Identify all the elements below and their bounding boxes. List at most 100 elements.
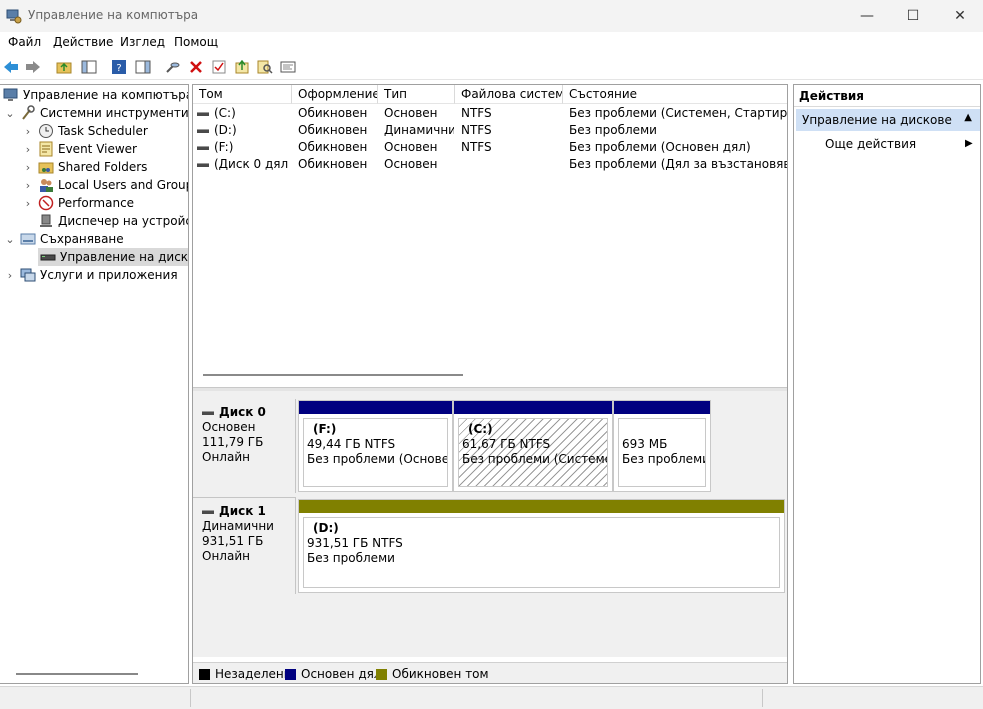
volume-filesystem [461,156,561,173]
chevron-right-icon[interactable]: › [22,125,34,138]
table-row[interactable]: (Диск 0 дял 3) [197,156,291,173]
volume-type: Основен [384,140,438,154]
partition-c[interactable]: (C:) 61,67 ГБ NTFS Без проблеми (Системе… [453,400,613,492]
volume-type: Основен [384,106,438,120]
chevron-down-icon[interactable]: ⌄ [4,233,16,246]
primary-partition-bar [614,401,710,414]
volume-status: Без проблеми (Системен, Стартиране, С [569,106,787,120]
menu-file[interactable]: Файл [8,35,41,49]
tree-item-system-tools[interactable]: ⌄ Системни инструменти [4,104,188,122]
navigation-tree: Управление на компютъра (л ⌄ Системни ин… [0,84,189,684]
actions-pane: Действия Управление на дискове ▲ Още дей… [793,84,981,684]
tools-icon [20,105,36,121]
more-actions[interactable]: Още действия [825,137,916,151]
tree-item-shared-folders[interactable]: › Shared Folders [22,158,148,176]
forward-icon[interactable] [24,58,42,76]
actions-section-disk-management[interactable]: Управление на дискове ▲ [796,109,980,131]
tree-item-local-users[interactable]: › Local Users and Groups [22,176,188,194]
volume-layout: Обикновен [298,123,368,137]
volume-icon [197,145,209,150]
help-icon[interactable]: ? [110,58,128,76]
partition-f[interactable]: (F:) 49,44 ГБ NTFS Без проблеми (Основен… [298,400,453,492]
partition-recovery[interactable]: 693 МБ Без проблеми [613,400,711,492]
table-row[interactable]: (D:) [197,122,291,139]
column-header-status[interactable]: Състояние [563,85,787,104]
performance-icon [38,195,54,211]
volume-icon [197,162,209,167]
tree-item-task-scheduler[interactable]: › Task Scheduler [22,122,148,140]
computer-icon [3,87,19,103]
menu-view[interactable]: Изглед [120,35,165,49]
minimize-button[interactable]: — [844,0,890,32]
chevron-right-icon[interactable]: › [4,269,16,282]
disk-icon [40,249,56,265]
clock-icon [38,123,54,139]
back-icon[interactable] [2,58,20,76]
menu-action[interactable]: Действие [53,35,113,49]
submenu-arrow-icon[interactable]: ▶ [965,138,973,149]
disk-map: Диск 0 Основен 111,79 ГБ Онлайн (F:) 49,… [193,391,787,657]
toolbar: ? [0,54,983,80]
partition-d[interactable]: (D:) 931,51 ГБ NTFS Без проблеми [298,499,785,593]
settings-list-icon[interactable] [279,58,297,76]
legend-primary: Основен дял [285,667,382,681]
maximize-button[interactable]: ☐ [890,0,936,32]
volume-list-scrollbar[interactable] [203,374,463,376]
volume-status: Без проблеми (Основен дял) [569,140,751,154]
device-manager-icon [38,213,54,229]
legend-unallocated: Незаделени [199,667,292,681]
table-row[interactable]: (F:) [197,139,291,156]
tree-item-disk-management[interactable]: Управление на дисков [38,248,188,266]
disk-icon [202,509,214,514]
window-title: Управление на компютъра [28,8,199,22]
volume-layout: Обикновен [298,140,368,154]
disk-icon [202,410,214,415]
legend: Незаделени Основен дял Обикновен том [193,662,787,683]
tree-item-event-viewer[interactable]: › Event Viewer [22,140,137,158]
shared-folder-icon [38,159,54,175]
chevron-right-icon[interactable]: › [22,143,34,156]
primary-partition-bar [454,401,612,414]
column-header-layout[interactable]: Оформление [292,85,378,104]
users-icon [38,177,54,193]
volume-layout: Обикновен [298,106,368,120]
chevron-right-icon[interactable]: › [22,179,34,192]
tree-item-root[interactable]: Управление на компютъра (л [0,86,188,104]
close-button[interactable]: ✕ [937,0,983,32]
title-bar: Управление на компютъра — ☐ ✕ [0,0,983,32]
chevron-right-icon[interactable]: › [22,197,34,210]
disk-management-pane: Том Оформление Тип Файлова система Състо… [192,84,788,684]
search-icon[interactable] [256,58,274,76]
svg-text:?: ? [116,63,121,74]
properties-icon[interactable] [210,58,228,76]
show-hide-tree-icon[interactable] [80,58,98,76]
connect-icon[interactable] [164,58,182,76]
menu-help[interactable]: Помощ [174,35,218,49]
tree-item-services-apps[interactable]: › Услуги и приложения [4,266,178,284]
volume-icon [197,111,209,116]
chevron-down-icon[interactable]: ⌄ [4,107,16,120]
disk-1-label[interactable]: Диск 1 Динамични 931,51 ГБ Онлайн [193,497,296,594]
tree-item-device-manager[interactable]: Диспечер на устройст [34,212,188,230]
volume-icon [197,128,209,133]
export-list-icon[interactable] [233,58,251,76]
table-row[interactable]: (C:) [197,105,291,122]
delete-icon[interactable] [187,58,205,76]
up-folder-icon[interactable] [55,58,73,76]
chevron-right-icon[interactable]: › [22,161,34,174]
volume-filesystem: NTFS [461,106,492,120]
disk-0-label[interactable]: Диск 0 Основен 111,79 ГБ Онлайн [193,399,296,493]
column-header-volume[interactable]: Том [193,85,292,104]
show-hide-action-pane-icon[interactable] [134,58,152,76]
tree-item-storage[interactable]: ⌄ Съхраняване [4,230,123,248]
column-header-type[interactable]: Тип [378,85,455,104]
volume-type: Динамични [384,123,454,137]
collapse-icon[interactable]: ▲ [964,112,972,123]
legend-simple: Обикновен том [376,667,489,681]
column-header-filesystem[interactable]: Файлова система [455,85,563,104]
volume-filesystem: NTFS [461,140,492,154]
tree-item-performance[interactable]: › Performance [22,194,134,212]
primary-partition-bar [299,401,452,414]
actions-header: Действия [794,85,980,107]
navigation-scrollbar[interactable] [16,673,138,675]
